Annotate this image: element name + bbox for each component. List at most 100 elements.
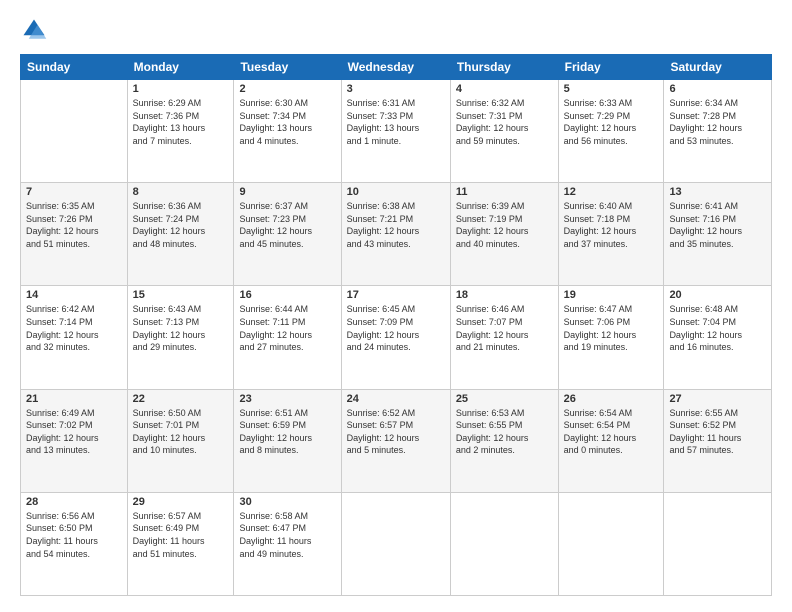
weekday-header: Friday: [558, 55, 664, 80]
calendar-cell: 24 Sunrise: 6:52 AM Sunset: 6:57 PM Dayli…: [341, 389, 450, 492]
weekday-header: Tuesday: [234, 55, 341, 80]
logo-icon: [20, 16, 48, 44]
calendar-cell: 14Sunrise: 6:42 AM Sunset: 7:14 PM Dayli…: [21, 286, 128, 389]
calendar-cell: 12 Sunrise: 6:40 AM Sunset: 7:18 PM Dayli…: [558, 183, 664, 286]
day-number: 5: [564, 83, 659, 95]
calendar-cell: 4 Sunrise: 6:32 AM Sunset: 7:31 PM Daylig…: [450, 80, 558, 183]
day-number: 17: [347, 289, 445, 301]
day-number: 20: [669, 289, 766, 301]
day-info: Sunrise: 6:50 AM Sunset: 7:01 PM Dayligh…: [133, 407, 229, 457]
calendar-cell: 20 Sunrise: 6:48 AM Sunset: 7:04 PM Dayli…: [664, 286, 772, 389]
day-info: Sunrise: 6:32 AM Sunset: 7:31 PM Dayligh…: [456, 97, 553, 147]
weekday-header: Saturday: [664, 55, 772, 80]
day-number: 8: [133, 186, 229, 198]
day-info: Sunrise: 6:39 AM Sunset: 7:19 PM Dayligh…: [456, 200, 553, 250]
day-number: 27: [669, 393, 766, 405]
day-number: 10: [347, 186, 445, 198]
calendar-cell: 28Sunrise: 6:56 AM Sunset: 6:50 PM Dayli…: [21, 492, 128, 595]
day-info: Sunrise: 6:30 AM Sunset: 7:34 PM Dayligh…: [239, 97, 335, 147]
day-info: Sunrise: 6:34 AM Sunset: 7:28 PM Dayligh…: [669, 97, 766, 147]
header: [20, 16, 772, 44]
day-info: Sunrise: 6:44 AM Sunset: 7:11 PM Dayligh…: [239, 303, 335, 353]
calendar-cell: [558, 492, 664, 595]
calendar-cell: 29 Sunrise: 6:57 AM Sunset: 6:49 PM Dayli…: [127, 492, 234, 595]
day-number: 18: [456, 289, 553, 301]
calendar-cell: 7Sunrise: 6:35 AM Sunset: 7:26 PM Daylig…: [21, 183, 128, 286]
weekday-header: Sunday: [21, 55, 128, 80]
day-info: Sunrise: 6:48 AM Sunset: 7:04 PM Dayligh…: [669, 303, 766, 353]
calendar-header-row: SundayMondayTuesdayWednesdayThursdayFrid…: [21, 55, 772, 80]
calendar-cell: 16 Sunrise: 6:44 AM Sunset: 7:11 PM Dayli…: [234, 286, 341, 389]
day-number: 13: [669, 186, 766, 198]
day-info: Sunrise: 6:41 AM Sunset: 7:16 PM Dayligh…: [669, 200, 766, 250]
weekday-header: Monday: [127, 55, 234, 80]
day-number: 29: [133, 496, 229, 508]
day-number: 16: [239, 289, 335, 301]
day-number: 25: [456, 393, 553, 405]
day-info: Sunrise: 6:35 AM Sunset: 7:26 PM Dayligh…: [26, 200, 122, 250]
calendar-cell: 13 Sunrise: 6:41 AM Sunset: 7:16 PM Dayli…: [664, 183, 772, 286]
day-info: Sunrise: 6:57 AM Sunset: 6:49 PM Dayligh…: [133, 510, 229, 560]
weekday-header: Wednesday: [341, 55, 450, 80]
calendar-cell: 22 Sunrise: 6:50 AM Sunset: 7:01 PM Dayli…: [127, 389, 234, 492]
day-number: 6: [669, 83, 766, 95]
day-number: 26: [564, 393, 659, 405]
calendar-cell: 19 Sunrise: 6:47 AM Sunset: 7:06 PM Dayli…: [558, 286, 664, 389]
day-info: Sunrise: 6:51 AM Sunset: 6:59 PM Dayligh…: [239, 407, 335, 457]
day-info: Sunrise: 6:46 AM Sunset: 7:07 PM Dayligh…: [456, 303, 553, 353]
day-info: Sunrise: 6:29 AM Sunset: 7:36 PM Dayligh…: [133, 97, 229, 147]
day-info: Sunrise: 6:40 AM Sunset: 7:18 PM Dayligh…: [564, 200, 659, 250]
weekday-header: Thursday: [450, 55, 558, 80]
calendar-week-row: 21 Sunrise: 6:49 AM Sunset: 7:02 PM Dayli…: [21, 389, 772, 492]
day-info: Sunrise: 6:54 AM Sunset: 6:54 PM Dayligh…: [564, 407, 659, 457]
day-number: 22: [133, 393, 229, 405]
day-number: 28: [26, 496, 122, 508]
day-info: Sunrise: 6:55 AM Sunset: 6:52 PM Dayligh…: [669, 407, 766, 457]
calendar-week-row: 14Sunrise: 6:42 AM Sunset: 7:14 PM Dayli…: [21, 286, 772, 389]
day-number: 23: [239, 393, 335, 405]
calendar-cell: 30Sunrise: 6:58 AM Sunset: 6:47 PM Dayli…: [234, 492, 341, 595]
day-info: Sunrise: 6:36 AM Sunset: 7:24 PM Dayligh…: [133, 200, 229, 250]
day-number: 21: [26, 393, 122, 405]
calendar-table: SundayMondayTuesdayWednesdayThursdayFrid…: [20, 54, 772, 596]
calendar-cell: 5 Sunrise: 6:33 AM Sunset: 7:29 PM Daylig…: [558, 80, 664, 183]
page: SundayMondayTuesdayWednesdayThursdayFrid…: [0, 0, 792, 612]
calendar-cell: 26 Sunrise: 6:54 AM Sunset: 6:54 PM Dayli…: [558, 389, 664, 492]
calendar-cell: 1 Sunrise: 6:29 AM Sunset: 7:36 PM Daylig…: [127, 80, 234, 183]
calendar-cell: 2 Sunrise: 6:30 AM Sunset: 7:34 PM Daylig…: [234, 80, 341, 183]
day-number: 12: [564, 186, 659, 198]
calendar-cell: [450, 492, 558, 595]
day-number: 3: [347, 83, 445, 95]
calendar-cell: 25 Sunrise: 6:53 AM Sunset: 6:55 PM Dayli…: [450, 389, 558, 492]
day-info: Sunrise: 6:42 AM Sunset: 7:14 PM Dayligh…: [26, 303, 122, 353]
day-info: Sunrise: 6:38 AM Sunset: 7:21 PM Dayligh…: [347, 200, 445, 250]
day-info: Sunrise: 6:52 AM Sunset: 6:57 PM Dayligh…: [347, 407, 445, 457]
calendar-cell: 27 Sunrise: 6:55 AM Sunset: 6:52 PM Dayli…: [664, 389, 772, 492]
day-info: Sunrise: 6:37 AM Sunset: 7:23 PM Dayligh…: [239, 200, 335, 250]
calendar-week-row: 7Sunrise: 6:35 AM Sunset: 7:26 PM Daylig…: [21, 183, 772, 286]
day-info: Sunrise: 6:43 AM Sunset: 7:13 PM Dayligh…: [133, 303, 229, 353]
calendar-cell: 18 Sunrise: 6:46 AM Sunset: 7:07 PM Dayli…: [450, 286, 558, 389]
calendar-cell: 21 Sunrise: 6:49 AM Sunset: 7:02 PM Dayli…: [21, 389, 128, 492]
calendar-cell: [664, 492, 772, 595]
calendar-cell: [21, 80, 128, 183]
day-number: 1: [133, 83, 229, 95]
day-number: 9: [239, 186, 335, 198]
day-info: Sunrise: 6:33 AM Sunset: 7:29 PM Dayligh…: [564, 97, 659, 147]
day-number: 19: [564, 289, 659, 301]
day-info: Sunrise: 6:53 AM Sunset: 6:55 PM Dayligh…: [456, 407, 553, 457]
calendar-cell: 10 Sunrise: 6:38 AM Sunset: 7:21 PM Dayli…: [341, 183, 450, 286]
day-number: 4: [456, 83, 553, 95]
day-number: 15: [133, 289, 229, 301]
calendar-cell: [341, 492, 450, 595]
day-number: 24: [347, 393, 445, 405]
day-info: Sunrise: 6:58 AM Sunset: 6:47 PM Dayligh…: [239, 510, 335, 560]
day-info: Sunrise: 6:49 AM Sunset: 7:02 PM Dayligh…: [26, 407, 122, 457]
calendar-week-row: 1 Sunrise: 6:29 AM Sunset: 7:36 PM Daylig…: [21, 80, 772, 183]
calendar-cell: 23 Sunrise: 6:51 AM Sunset: 6:59 PM Dayli…: [234, 389, 341, 492]
calendar-cell: 17Sunrise: 6:45 AM Sunset: 7:09 PM Dayli…: [341, 286, 450, 389]
calendar-cell: 9 Sunrise: 6:37 AM Sunset: 7:23 PM Daylig…: [234, 183, 341, 286]
calendar-cell: 15 Sunrise: 6:43 AM Sunset: 7:13 PM Dayli…: [127, 286, 234, 389]
day-number: 2: [239, 83, 335, 95]
day-info: Sunrise: 6:47 AM Sunset: 7:06 PM Dayligh…: [564, 303, 659, 353]
